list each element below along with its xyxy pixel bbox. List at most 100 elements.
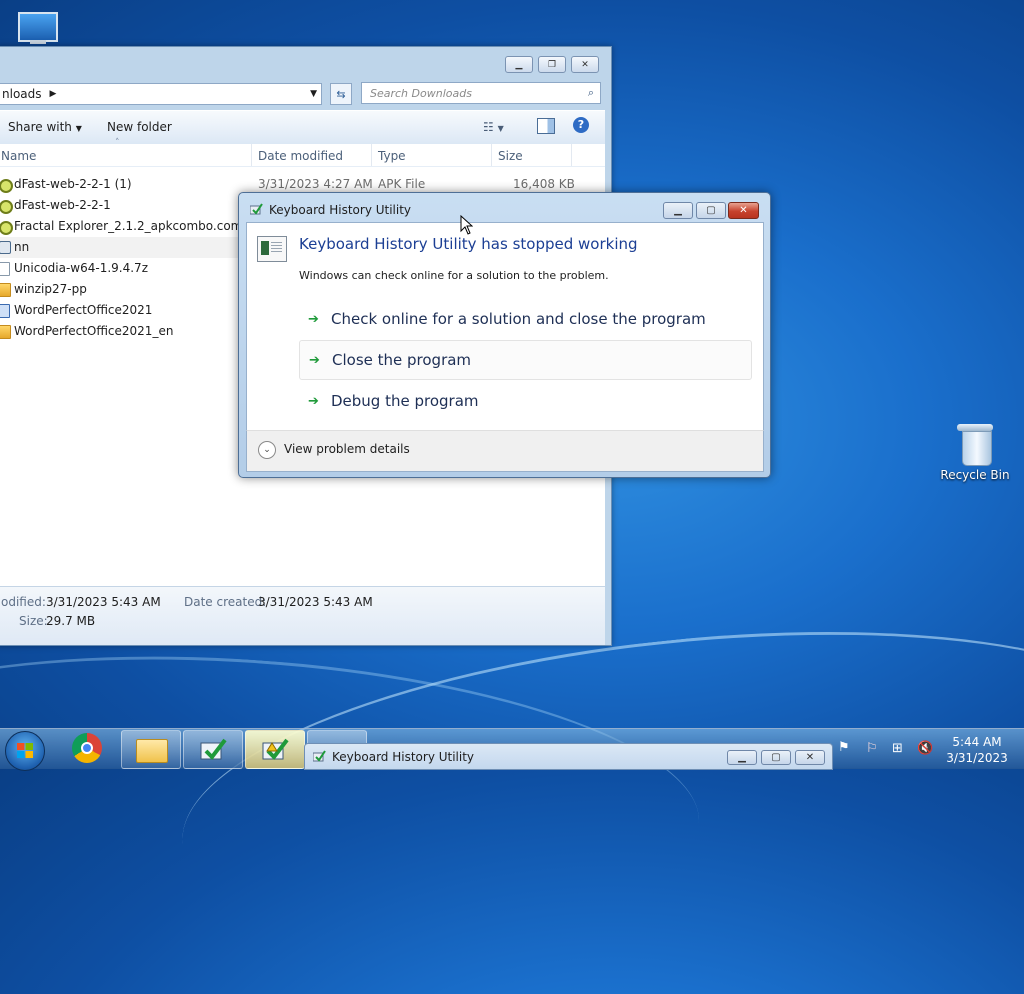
green-arrow-icon: ➔ <box>308 394 319 409</box>
apk-icon <box>0 200 13 214</box>
taskbar-app-active-button[interactable] <box>245 730 305 769</box>
debug-program-option[interactable]: ➔ Debug the program <box>299 382 750 420</box>
maximize-button[interactable]: ❐ <box>538 56 566 73</box>
minimize-icon: ▁ <box>515 59 523 70</box>
keyboard-history-icon <box>262 738 289 761</box>
start-button[interactable] <box>5 731 45 771</box>
breadcrumb-arrow-icon[interactable]: ▶ <box>50 89 57 99</box>
preview-title: Keyboard History Utility <box>332 750 475 764</box>
file-name: Unicodia-w64-1.9.4.7z <box>14 261 148 275</box>
document-icon <box>0 262 10 276</box>
file-name: Fractal Explorer_2.1.2_apkcombo.com <box>14 219 243 233</box>
green-arrow-icon: ➔ <box>308 312 319 327</box>
file-name: dFast-web-2-2-1 (1) <box>14 177 132 191</box>
file-name: nn <box>14 240 30 254</box>
maximize-icon: ▢ <box>706 205 716 216</box>
recycle-bin[interactable]: Recycle Bin <box>940 424 1010 482</box>
maximize-icon: ▢ <box>771 752 781 763</box>
program-icon <box>257 236 287 262</box>
check-online-option[interactable]: ➔ Check online for a solution and close … <box>299 300 750 338</box>
dialog-body: Keyboard History Utility has stopped wor… <box>246 222 764 430</box>
address-bar[interactable]: nloads ▶ ▼ <box>0 83 322 105</box>
taskbar-preview[interactable]: Keyboard History Utility ▁ ▢ ✕ <box>304 743 833 770</box>
column-name[interactable]: Name <box>1 149 36 163</box>
dialog-footer: ⌄ View problem details <box>246 430 764 472</box>
column-headers: Name ˄ Date modified Type Size <box>0 138 605 167</box>
chevron-down-icon[interactable]: ▼ <box>310 89 317 99</box>
dialog-title: Keyboard History Utility <box>269 203 412 217</box>
view-details-label[interactable]: View problem details <box>284 442 410 456</box>
help-icon[interactable]: ? <box>573 117 589 133</box>
preview-close-button[interactable]: ✕ <box>795 750 825 765</box>
option-label: Check online for a solution and close th… <box>331 310 706 328</box>
dialog-heading: Keyboard History Utility has stopped wor… <box>299 235 638 253</box>
modified-label: odified: <box>1 595 46 609</box>
computer-icon[interactable] <box>14 10 60 44</box>
restore-icon: ❐ <box>547 59 557 70</box>
taskbar-app-button[interactable] <box>183 730 243 769</box>
file-size: 16,408 KB <box>513 177 575 191</box>
installer-icon <box>0 304 10 318</box>
close-icon: ✕ <box>739 205 748 216</box>
taskbar-explorer-button[interactable] <box>121 730 181 769</box>
new-folder-button[interactable]: New folder <box>107 120 172 134</box>
clock-time: 5:44 AM <box>952 735 1002 749</box>
dialog-subtext: Windows can check online for a solution … <box>299 269 609 282</box>
file-date: 3/31/2023 4:27 AM <box>258 177 373 191</box>
close-icon: ✕ <box>805 752 815 763</box>
network-icon[interactable]: ⊞ <box>892 741 903 756</box>
column-size[interactable]: Size <box>498 149 523 163</box>
details-pane: odified: 3/31/2023 5:43 AM Date created:… <box>0 586 605 645</box>
preview-pane-icon[interactable] <box>537 118 555 134</box>
dialog-minimize-button[interactable]: ▁ <box>663 202 693 219</box>
file-name: WordPerfectOffice2021 <box>14 303 153 317</box>
size-label: Size: <box>19 614 48 628</box>
modified-value: 3/31/2023 5:43 AM <box>46 595 161 609</box>
dialog-close-button[interactable]: ✕ <box>728 202 759 219</box>
zip-icon <box>0 283 11 297</box>
created-value: 3/31/2023 5:43 AM <box>258 595 373 609</box>
share-with-button[interactable]: Share with ▼ <box>8 120 82 134</box>
preview-minimize-button[interactable]: ▁ <box>727 750 757 765</box>
search-input[interactable]: Search Downloads ⌕ <box>361 82 601 104</box>
option-label: Close the program <box>332 351 472 369</box>
error-dialog[interactable]: Keyboard History Utility ▁ ▢ ✕ Keyboard … <box>238 192 771 478</box>
close-program-option[interactable]: ➔ Close the program <box>299 340 752 380</box>
action-center-icon[interactable]: ⚑ <box>838 740 850 755</box>
mouse-cursor-icon <box>460 215 473 235</box>
file-type: APK File <box>378 177 426 191</box>
flag-error-icon[interactable]: ⚐ <box>866 741 878 756</box>
preview-maximize-button[interactable]: ▢ <box>761 750 791 765</box>
file-name: winzip27-pp <box>14 282 87 296</box>
view-options-icon[interactable]: ☷ ▼ <box>483 120 504 134</box>
refresh-icon: ⇆ <box>336 87 346 101</box>
close-icon: ✕ <box>581 59 589 70</box>
green-arrow-icon: ➔ <box>309 353 320 368</box>
command-bar: Share with ▼ New folder ☷ ▼ ? <box>0 110 605 145</box>
column-type[interactable]: Type <box>378 149 406 163</box>
expand-details-button[interactable]: ⌄ <box>258 441 276 459</box>
recycle-bin-icon <box>957 424 993 466</box>
clock-date: 3/31/2023 <box>946 751 1008 765</box>
sort-arrow-icon: ˄ <box>115 138 120 148</box>
minimize-button[interactable]: ▁ <box>505 56 533 73</box>
created-label: Date created: <box>184 595 267 609</box>
volume-muted-icon[interactable]: 🔇 <box>917 741 933 756</box>
refresh-button[interactable]: ⇆ <box>330 83 352 105</box>
chevron-down-icon: ▼ <box>75 124 82 133</box>
search-icon[interactable]: ⌕ <box>588 86 594 100</box>
dialog-maximize-button[interactable]: ▢ <box>696 202 726 219</box>
app-icon <box>0 241 11 254</box>
option-label: Debug the program <box>331 392 479 410</box>
app-icon <box>313 750 326 762</box>
app-icon <box>250 203 263 215</box>
file-name: WordPerfectOffice2021_en <box>14 324 174 338</box>
minimize-icon: ▁ <box>738 752 746 763</box>
recycle-bin-label: Recycle Bin <box>940 468 1010 482</box>
clock[interactable]: 5:44 AM 3/31/2023 <box>944 734 1010 766</box>
column-date-modified[interactable]: Date modified <box>258 149 343 163</box>
apk-icon <box>0 221 13 235</box>
chrome-icon[interactable] <box>72 733 102 763</box>
close-button[interactable]: ✕ <box>571 56 599 73</box>
address-text: nloads <box>2 87 42 101</box>
